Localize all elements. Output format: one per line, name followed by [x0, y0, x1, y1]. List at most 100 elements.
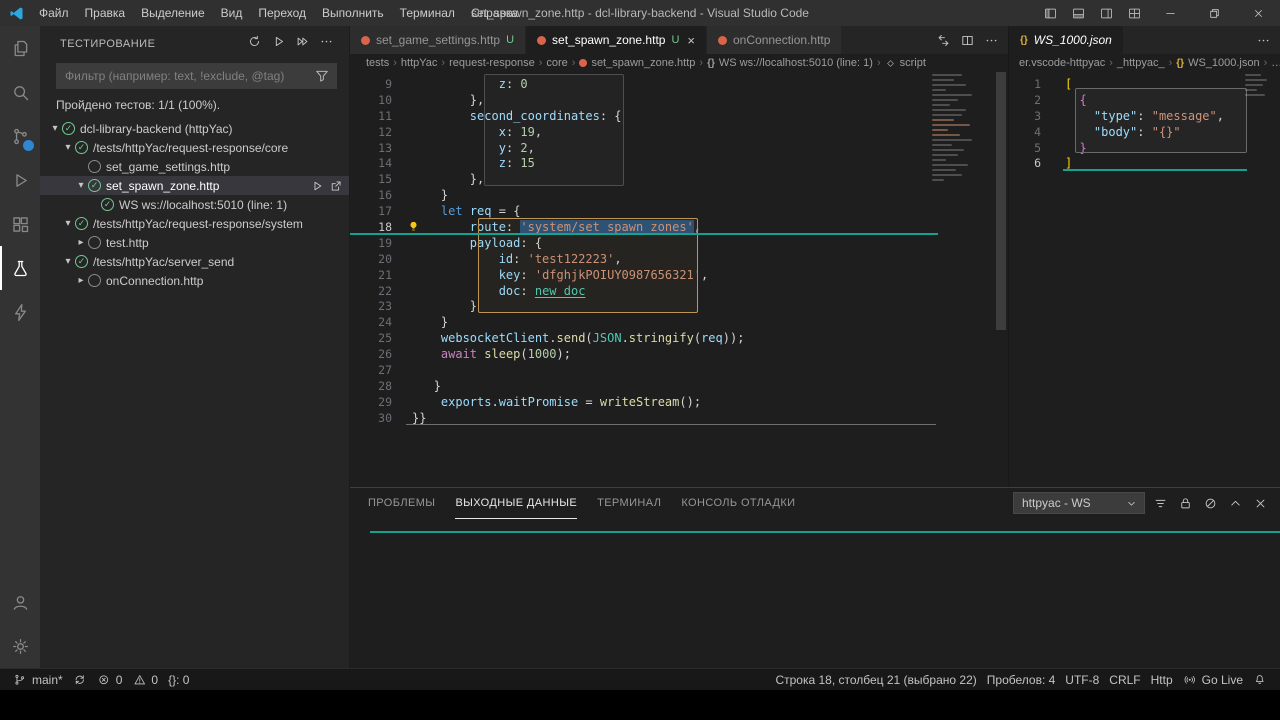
test-filter-input[interactable] — [65, 69, 314, 83]
eol[interactable]: CRLF — [1104, 669, 1145, 691]
git-branch[interactable]: main* — [8, 669, 68, 691]
run-and-debug-icon[interactable] — [0, 158, 40, 202]
chevron-right-icon[interactable]: ▸ — [74, 237, 88, 248]
editor-tab[interactable]: set_spawn_zone.http U × — [526, 26, 707, 54]
output-channel-select[interactable]: httpyac - WS — [1013, 492, 1145, 514]
json-preview-editor[interactable]: 1[2 {3 "type": "message", 4 "body": "{}" 5… — [1009, 72, 1280, 487]
test-tree-item[interactable]: ▸ test.http — [40, 233, 349, 252]
breadcrumb-item[interactable]: core — [546, 57, 567, 69]
chevron-down-icon[interactable]: ▾ — [61, 218, 75, 229]
indentation[interactable]: Пробелов: 4 — [982, 669, 1061, 691]
menu-item[interactable]: Правка — [77, 0, 134, 26]
breadcrumb-item[interactable]: WS_1000.json — [1188, 57, 1260, 69]
language-mode[interactable]: Http — [1146, 669, 1178, 691]
sync-changes[interactable] — [68, 669, 92, 691]
test-tree-item[interactable]: ✓ WS ws://localhost:5010 (line: 1) — [40, 195, 349, 214]
minimize-button[interactable] — [1148, 0, 1192, 26]
problems-warnings[interactable]: 0 — [127, 669, 163, 691]
source-control-icon[interactable] — [0, 114, 40, 158]
cursor-position[interactable]: Строка 18, столбец 21 (выбрано 22) — [770, 669, 981, 691]
test-tree-item[interactable]: ▸ onConnection.http — [40, 271, 349, 290]
breadcrumb-item[interactable]: … — [1271, 57, 1280, 69]
restore-button[interactable] — [1192, 0, 1236, 26]
toggle-secondary-sidebar-icon[interactable] — [1092, 0, 1120, 26]
breadcrumb-item[interactable]: WS ws://localhost:5010 (line: 1) — [719, 57, 873, 69]
chevron-down-icon[interactable]: ▾ — [74, 180, 88, 191]
notifications[interactable] — [1248, 669, 1272, 691]
branch-icon — [13, 673, 27, 687]
panel-tab[interactable]: ПРОБЛЕМЫ — [368, 488, 435, 519]
minimap[interactable] — [1243, 74, 1275, 134]
lightbulb-icon[interactable] — [407, 220, 420, 233]
close-tab-icon[interactable]: × — [687, 33, 695, 48]
test-tree-item[interactable]: ▾ ✓ /tests/httpYac/request-response/core — [40, 138, 349, 157]
breadcrumb-item[interactable]: tests — [366, 57, 389, 69]
extensions-icon[interactable] — [0, 202, 40, 246]
breadcrumb-item[interactable]: script — [900, 57, 926, 69]
menu-item[interactable]: Терминал — [392, 0, 463, 26]
breadcrumb-item[interactable]: request-response — [449, 57, 535, 69]
menu-item[interactable]: Вид — [213, 0, 251, 26]
toggle-panel-icon[interactable] — [1064, 0, 1092, 26]
menu-item[interactable]: Выполнить — [314, 0, 392, 26]
refresh-tests-icon[interactable] — [247, 34, 267, 54]
editor-scrollbar[interactable] — [996, 72, 1006, 330]
editor-tab-ws-json[interactable]: {} WS_1000.json — [1009, 26, 1124, 54]
breadcrumb-item[interactable]: _httpyac_ — [1117, 57, 1165, 69]
httpyac-icon[interactable] — [0, 290, 40, 334]
chevron-right-icon[interactable]: ▸ — [74, 275, 88, 286]
encoding[interactable]: UTF-8 — [1060, 669, 1104, 691]
test-tree-item[interactable]: set_game_settings.http — [40, 157, 349, 176]
go-live[interactable]: Go Live — [1178, 669, 1248, 691]
explorer-icon[interactable] — [0, 26, 40, 70]
maximize-panel-icon[interactable] — [1225, 493, 1245, 513]
code-text: "type": "message", — [1093, 108, 1224, 123]
testing-icon[interactable] — [0, 246, 40, 290]
test-tree-item[interactable]: ▾ ✓ dcl-library-backend (httpYac) — [40, 119, 349, 138]
minimap-mark — [932, 104, 950, 106]
menu-item[interactable]: Переход — [250, 0, 314, 26]
panel-tab[interactable]: ВЫХОДНЫЕ ДАННЫЕ — [455, 488, 578, 519]
clear-output-icon[interactable] — [1200, 493, 1220, 513]
test-tree-item[interactable]: ▾ ✓ /tests/httpYac/request-response/system — [40, 214, 349, 233]
test-tree-item[interactable]: ▾ ✓ set_spawn_zone.http — [40, 176, 349, 195]
more-actions-icon[interactable] — [319, 34, 339, 54]
line-number: 23 — [378, 299, 392, 314]
panel-tab[interactable]: ТЕРМИНАЛ — [597, 488, 661, 519]
close-panel-icon[interactable] — [1250, 493, 1270, 513]
run-test-icon[interactable] — [310, 179, 324, 193]
problems-errors[interactable]: 0 — [92, 669, 128, 691]
chevron-down-icon[interactable]: ▾ — [48, 123, 62, 134]
more-editor-actions-icon[interactable] — [1252, 29, 1274, 51]
breadcrumb-item[interactable]: httpYac — [401, 57, 438, 69]
filter-output-icon[interactable] — [1150, 493, 1170, 513]
toggle-primary-sidebar-icon[interactable] — [1036, 0, 1064, 26]
compare-changes-icon[interactable] — [932, 29, 954, 51]
breadcrumb-item[interactable]: set_spawn_zone.http — [591, 57, 695, 69]
search-icon[interactable] — [0, 70, 40, 114]
code-editor[interactable]: 9 z: 0 10 }, 11 second_coordinates: {12 x:… — [350, 72, 1008, 487]
run-selected-tests-icon[interactable] — [295, 34, 315, 54]
more-editor-actions-icon[interactable] — [980, 29, 1002, 51]
close-window-button[interactable] — [1236, 0, 1280, 26]
filter-funnel-icon[interactable] — [314, 68, 330, 84]
split-editor-icon[interactable] — [956, 29, 978, 51]
minimap[interactable] — [930, 74, 994, 224]
accounts-icon[interactable] — [0, 580, 40, 624]
settings-icon[interactable] — [0, 624, 40, 668]
chevron-down-icon[interactable]: ▾ — [61, 142, 75, 153]
panel-tab[interactable]: КОНСОЛЬ ОТЛАДКИ — [681, 488, 795, 519]
customize-layout-icon[interactable] — [1120, 0, 1148, 26]
run-all-tests-icon[interactable] — [271, 34, 291, 54]
lock-scroll-icon[interactable] — [1175, 493, 1195, 513]
breadcrumb-item[interactable]: er.vscode-httpyac — [1019, 57, 1105, 69]
menu-item[interactable]: Файл — [31, 0, 77, 26]
go-to-test-icon[interactable] — [329, 179, 343, 193]
httpyac-env[interactable]: {}: 0 — [163, 669, 194, 691]
status-label: CRLF — [1109, 672, 1141, 687]
menu-item[interactable]: Выделение — [133, 0, 213, 26]
editor-tab[interactable]: set_game_settings.http U — [350, 26, 527, 54]
editor-tab[interactable]: onConnection.http — [707, 26, 843, 54]
test-tree-item[interactable]: ▾ ✓ /tests/httpYac/server_send — [40, 252, 349, 271]
chevron-down-icon[interactable]: ▾ — [61, 256, 75, 267]
